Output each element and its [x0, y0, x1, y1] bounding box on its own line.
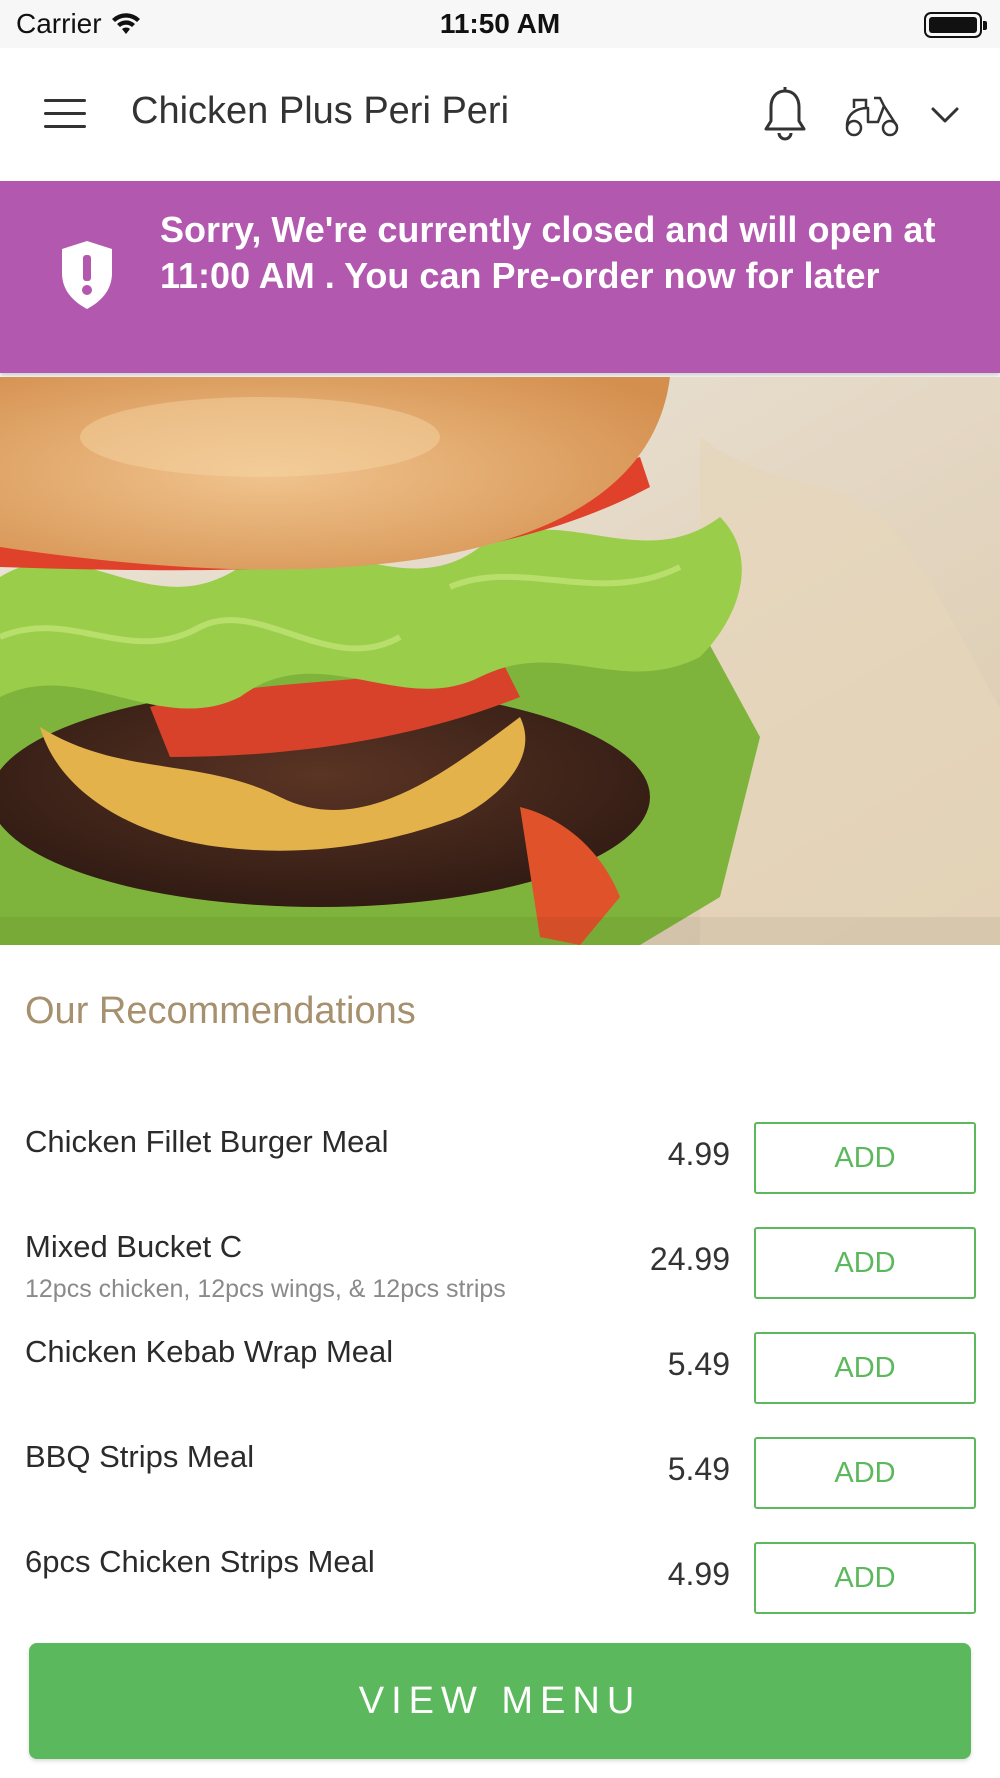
item-price: 5.49 — [667, 1451, 730, 1487]
list-item: Chicken Kebab Wrap Meal 5.49 ADD — [0, 1328, 1000, 1433]
item-price: 4.99 — [667, 1136, 730, 1172]
chevron-down-icon[interactable] — [928, 100, 962, 130]
add-button[interactable]: ADD — [754, 1437, 976, 1509]
item-name: Mixed Bucket C — [25, 1229, 243, 1264]
item-description: 12pcs chicken, 12pcs wings, & 12pcs stri… — [25, 1275, 506, 1303]
menu-icon[interactable] — [44, 99, 86, 129]
item-name: 6pcs Chicken Strips Meal — [25, 1544, 375, 1579]
item-name: Chicken Kebab Wrap Meal — [25, 1334, 394, 1369]
list-item: Mixed Bucket C 12pcs chicken, 12pcs wing… — [0, 1223, 1000, 1328]
item-name: BBQ Strips Meal — [25, 1439, 255, 1474]
item-price: 4.99 — [667, 1556, 730, 1592]
list-item: BBQ Strips Meal 5.49 ADD — [0, 1433, 1000, 1538]
add-button[interactable]: ADD — [754, 1542, 976, 1614]
view-menu-button[interactable]: VIEW MENU — [29, 1643, 971, 1759]
shield-alert-icon — [62, 241, 112, 309]
add-button[interactable]: ADD — [754, 1332, 976, 1404]
item-price: 24.99 — [649, 1241, 730, 1277]
list-item: Chicken Fillet Burger Meal 4.99 ADD — [0, 1118, 1000, 1223]
recommendations-list: Chicken Fillet Burger Meal 4.99 ADD Mixe… — [0, 1118, 1000, 1643]
app-header: Chicken Plus Peri Peri — [0, 48, 1000, 181]
battery-icon — [924, 12, 987, 38]
page-title: Chicken Plus Peri Peri — [131, 90, 510, 132]
closed-notice-text: Sorry, We're currently closed and will o… — [160, 209, 936, 296]
status-time: 11:50 AM — [439, 8, 561, 39]
hero-burger-image — [0, 377, 1000, 945]
closed-notice-banner: Sorry, We're currently closed and will o… — [0, 181, 1000, 373]
item-name: Chicken Fillet Burger Meal — [25, 1124, 389, 1159]
add-button[interactable]: ADD — [754, 1227, 976, 1299]
bell-icon[interactable] — [760, 86, 810, 142]
list-item: 6pcs Chicken Strips Meal 4.99 ADD — [0, 1538, 1000, 1643]
add-button[interactable]: ADD — [754, 1122, 976, 1194]
item-price: 5.49 — [667, 1346, 730, 1382]
recommendations-heading: Our Recommendations — [25, 990, 416, 1032]
status-bar: Carrier 11:50 AM — [0, 0, 1000, 48]
scooter-icon[interactable] — [842, 92, 902, 138]
